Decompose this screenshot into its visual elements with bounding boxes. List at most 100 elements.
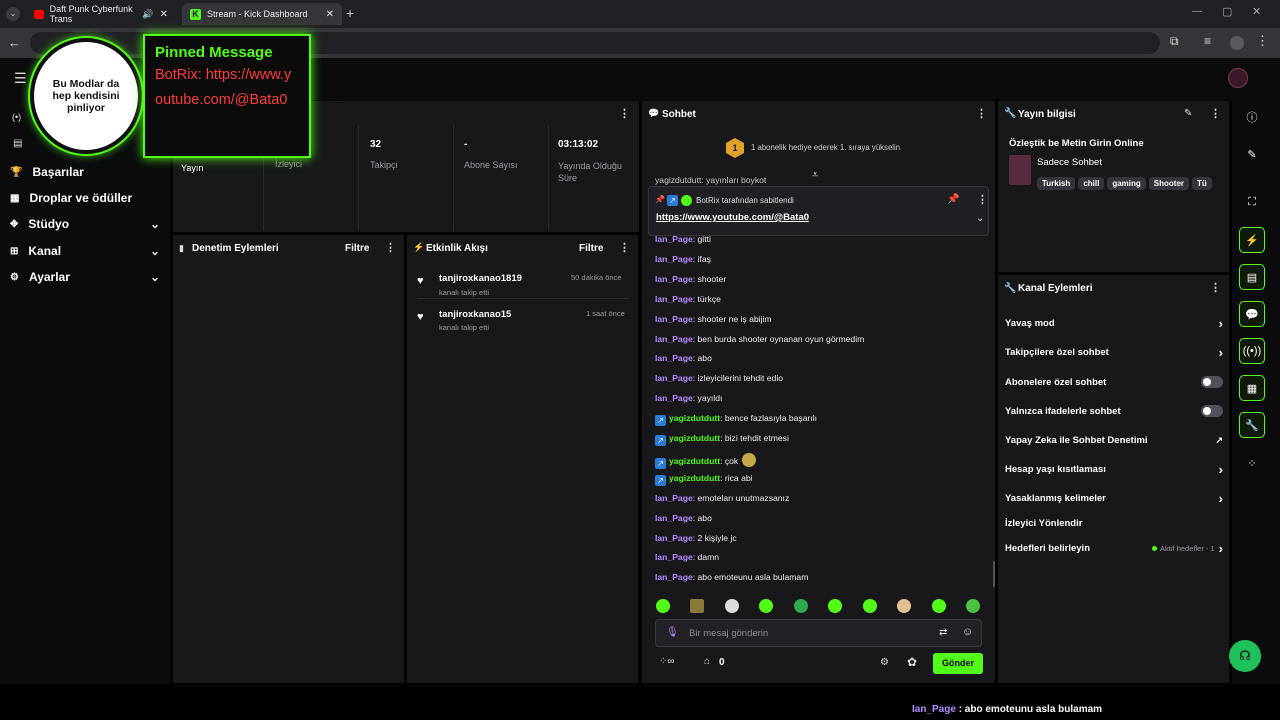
chat-message[interactable]: Ian_Page: yayıldı (655, 393, 722, 403)
new-tab-icon[interactable]: + (346, 5, 354, 21)
tag[interactable]: Turkish (1037, 177, 1076, 190)
emote-icon[interactable] (759, 599, 774, 613)
chat-message[interactable]: Ian_Page: damn (655, 552, 719, 562)
document-icon[interactable]: ▤ (1239, 264, 1265, 290)
chevron-down-icon[interactable]: ⌄ (976, 213, 984, 224)
tag[interactable]: gaming (1107, 177, 1146, 190)
chat-username[interactable]: Ian_Page (655, 533, 693, 543)
infinity-icon[interactable]: ⁘∞ (659, 656, 675, 667)
chat-username[interactable]: Ian_Page (655, 373, 693, 383)
chat-message[interactable]: Ian_Page: türkçe (655, 294, 721, 304)
chat-message[interactable]: Ian_Page: emoteları unutmazsanız (655, 493, 789, 503)
raid-row[interactable]: İzleyici Yönlendir (1005, 513, 1223, 533)
chat-message[interactable]: ↗ yagizdutdutt: rica abi (655, 473, 753, 486)
panel-menu-icon[interactable]: ⋮ (1210, 281, 1221, 294)
speaker-icon[interactable]: 🔊 (142, 9, 153, 20)
followers-only-row[interactable]: Takipçilere özel sohbet › (1005, 342, 1223, 362)
emoji-icon[interactable]: ☺ (962, 626, 973, 638)
tag[interactable]: chill (1078, 177, 1105, 190)
panel-menu-icon[interactable]: ⋮ (619, 241, 630, 254)
sidebar-item-studio[interactable]: ✥ Stüdyo ⌄ (10, 211, 160, 237)
chat-username[interactable]: Ian_Page (655, 572, 693, 582)
extensions-icon[interactable]: ⧉ (1170, 34, 1179, 49)
emote-icon[interactable] (828, 599, 843, 613)
chat-username[interactable]: Ian_Page (655, 493, 693, 503)
chat-message[interactable]: Ian_Page: abo (655, 353, 712, 363)
profile-avatar[interactable] (1230, 36, 1244, 50)
chat-username[interactable]: Ian_Page (655, 513, 693, 523)
unpin-icon[interactable]: 📌 (947, 194, 959, 205)
emote-picker-icon[interactable]: ✿ (907, 655, 917, 669)
chat-message[interactable]: Ian_Page: shooter (655, 274, 726, 284)
chevron-down-icon[interactable]: ⌄ (150, 270, 160, 284)
broadcast-icon[interactable]: (•) (12, 112, 21, 122)
gear-icon[interactable]: ⚙ (880, 657, 889, 668)
chat-username[interactable]: Ian_Page (655, 274, 693, 284)
store-icon[interactable]: ⌂ (704, 656, 710, 667)
emote-icon[interactable] (724, 599, 739, 613)
emote-only-toggle[interactable] (1201, 405, 1223, 417)
activity-user[interactable]: tanjiroxkanao15 (439, 309, 511, 320)
emote-icon[interactable] (931, 599, 946, 613)
chat-username[interactable]: Ian_Page (655, 353, 693, 363)
pencil-icon[interactable]: ✎ (1184, 108, 1192, 119)
user-avatar[interactable] (1228, 68, 1248, 88)
pinned-menu-icon[interactable]: ⋮ (977, 193, 988, 206)
chat-username[interactable]: yagizdutdutt (669, 473, 720, 483)
chat-message[interactable]: Ian_Page: gitti (655, 234, 711, 244)
activity-user[interactable]: tanjiroxkanao1819 (439, 273, 522, 284)
filter-button[interactable]: Filtre (345, 243, 369, 254)
filter-button[interactable]: Filtre (579, 243, 603, 254)
support-headset-icon[interactable]: ☊ (1229, 640, 1261, 672)
chat-username[interactable]: yagizdutdutt (669, 456, 720, 466)
community-icon[interactable]: ⁘ (1239, 450, 1265, 476)
analytics-icon[interactable]: ▤ (13, 138, 22, 149)
filter-down-icon[interactable]: ⩡ (812, 169, 818, 182)
pinned-chat-message[interactable]: 📌 ↗ BotRix tarafından sabitlendi 📌 ⋮ htt… (648, 186, 989, 236)
broadcast-icon[interactable]: ((•)) (1239, 338, 1265, 364)
chat-message[interactable]: Ian_Page: ben burda shooter oynanan oyun… (655, 334, 864, 344)
crop-icon[interactable]: ⛶ (1239, 189, 1265, 215)
emote-icon[interactable] (862, 599, 877, 613)
media-icon[interactable]: ≡ (1204, 34, 1211, 48)
chat-username[interactable]: yagizdutdutt (669, 413, 720, 423)
maximize-icon[interactable]: ▢ (1222, 5, 1232, 18)
layout-icon[interactable]: ▦ (1239, 375, 1265, 401)
tab-youtube[interactable]: Daft Punk Cyberfunk Trans 🔊 ✕ (26, 3, 176, 25)
panel-menu-icon[interactable]: ⋮ (976, 107, 987, 120)
chat-username[interactable]: Ian_Page (655, 294, 693, 304)
goals-row[interactable]: Hedefleri belirleyin Aktif hedefler - 1 … (1005, 538, 1223, 558)
subscribers-only-toggle[interactable] (1201, 376, 1223, 388)
account-age-row[interactable]: Hesap yaşı kısıtlaması › (1005, 459, 1223, 479)
panel-menu-icon[interactable]: ⋮ (385, 241, 396, 254)
panel-menu-icon[interactable]: ⋮ (1210, 107, 1221, 120)
chat-username[interactable]: Ian_Page (655, 393, 693, 403)
chat-message[interactable]: Ian_Page: izleyicilerini tehdit edio (655, 373, 783, 383)
microphone-icon[interactable]: 🎙 (666, 627, 679, 638)
chevron-down-icon[interactable]: ⌄ (150, 244, 160, 258)
chat-username[interactable]: Ian_Page (655, 234, 693, 244)
info-icon[interactable]: ⓘ (1239, 104, 1265, 130)
chat-message[interactable]: Ian_Page: shooter ne iş abijim (655, 314, 772, 324)
sidebar-item-drops[interactable]: ▦ Droplar ve ödüller (10, 185, 160, 211)
wrench-icon[interactable]: 🔧 (1239, 412, 1265, 438)
chat-icon[interactable]: 💬 (1239, 301, 1265, 327)
banned-words-row[interactable]: Yasaklanmış kelimeler › (1005, 488, 1223, 508)
chat-scrollbar[interactable] (993, 561, 995, 587)
pinned-link[interactable]: https://www.youtube.com/@Bata0 (656, 212, 809, 223)
emote-icon[interactable] (656, 599, 670, 613)
chat-message[interactable]: Ian_Page: ifaş (655, 254, 711, 264)
emote-icon[interactable] (965, 599, 980, 613)
close-icon[interactable]: ✕ (160, 9, 168, 20)
minimize-icon[interactable]: — (1192, 6, 1202, 17)
chevron-down-icon[interactable]: ⌄ (150, 217, 160, 231)
sidebar-item-settings[interactable]: ⚙ Ayarlar ⌄ (10, 264, 160, 290)
emote-icon[interactable] (897, 599, 912, 613)
chat-message[interactable]: Ian_Page: abo emoteunu asla bulamam (655, 572, 808, 582)
tab-search-icon[interactable]: ⌄ (6, 7, 20, 21)
emote-icon[interactable] (793, 599, 808, 613)
chat-message[interactable]: ↗ yagizdutdutt: bizi tehdit etmesi (655, 433, 789, 446)
back-arrow-icon[interactable]: ← (8, 35, 21, 50)
hamburger-icon[interactable]: ☰ (14, 70, 27, 87)
chat-message[interactable]: ↗ yagizdutdutt: bence fazlasıyla başarılı (655, 413, 817, 427)
